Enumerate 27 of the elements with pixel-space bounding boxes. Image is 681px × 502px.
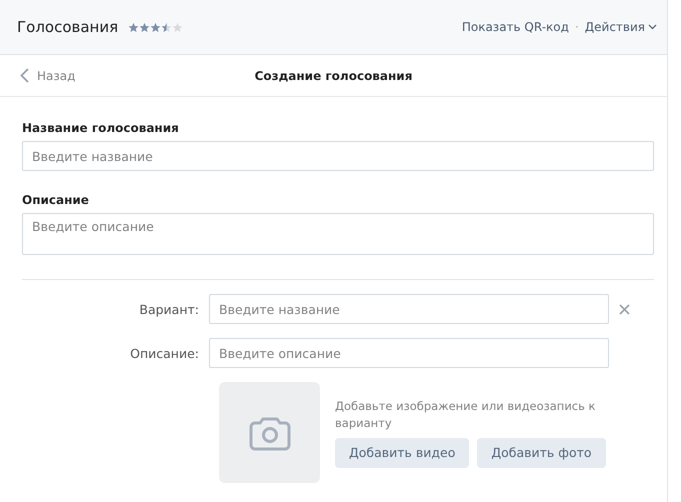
variant-description-field[interactable]: Введите описание [209,338,609,368]
star-icon [161,22,172,32]
separator-dot: · [574,20,579,34]
poll-description-field[interactable]: Введите описание [22,213,654,255]
field-label: Описание: [129,346,200,360]
page-title: Голосования [17,18,118,36]
back-link[interactable]: Назад [20,68,76,83]
star-icon [139,22,150,32]
star-icon [150,22,162,32]
media-hint: Добавьте изображение или видеозапись к варианту [335,398,596,432]
chevron-down-icon [648,24,657,30]
chevron-left-icon [20,68,29,83]
add-media-button[interactable]: Добавить видео [335,438,470,468]
camera-icon [248,414,290,450]
close-button[interactable] [617,302,632,316]
close-icon [619,304,630,314]
poll-name-field[interactable]: Введите название [22,141,654,171]
variant-name-field[interactable]: Введите название [209,294,609,324]
nav-title: Создание голосования [254,68,412,82]
field-label: Описание [22,193,90,207]
add-media-button[interactable]: Добавить фото [477,438,606,468]
star-icon [172,22,184,32]
field-label: Название голосования [22,121,180,135]
star-icon [128,22,140,32]
header-link[interactable]: Действия [584,20,657,34]
header-link[interactable]: Показать QR-код [462,20,569,34]
field-label: Вариант: [138,302,200,316]
